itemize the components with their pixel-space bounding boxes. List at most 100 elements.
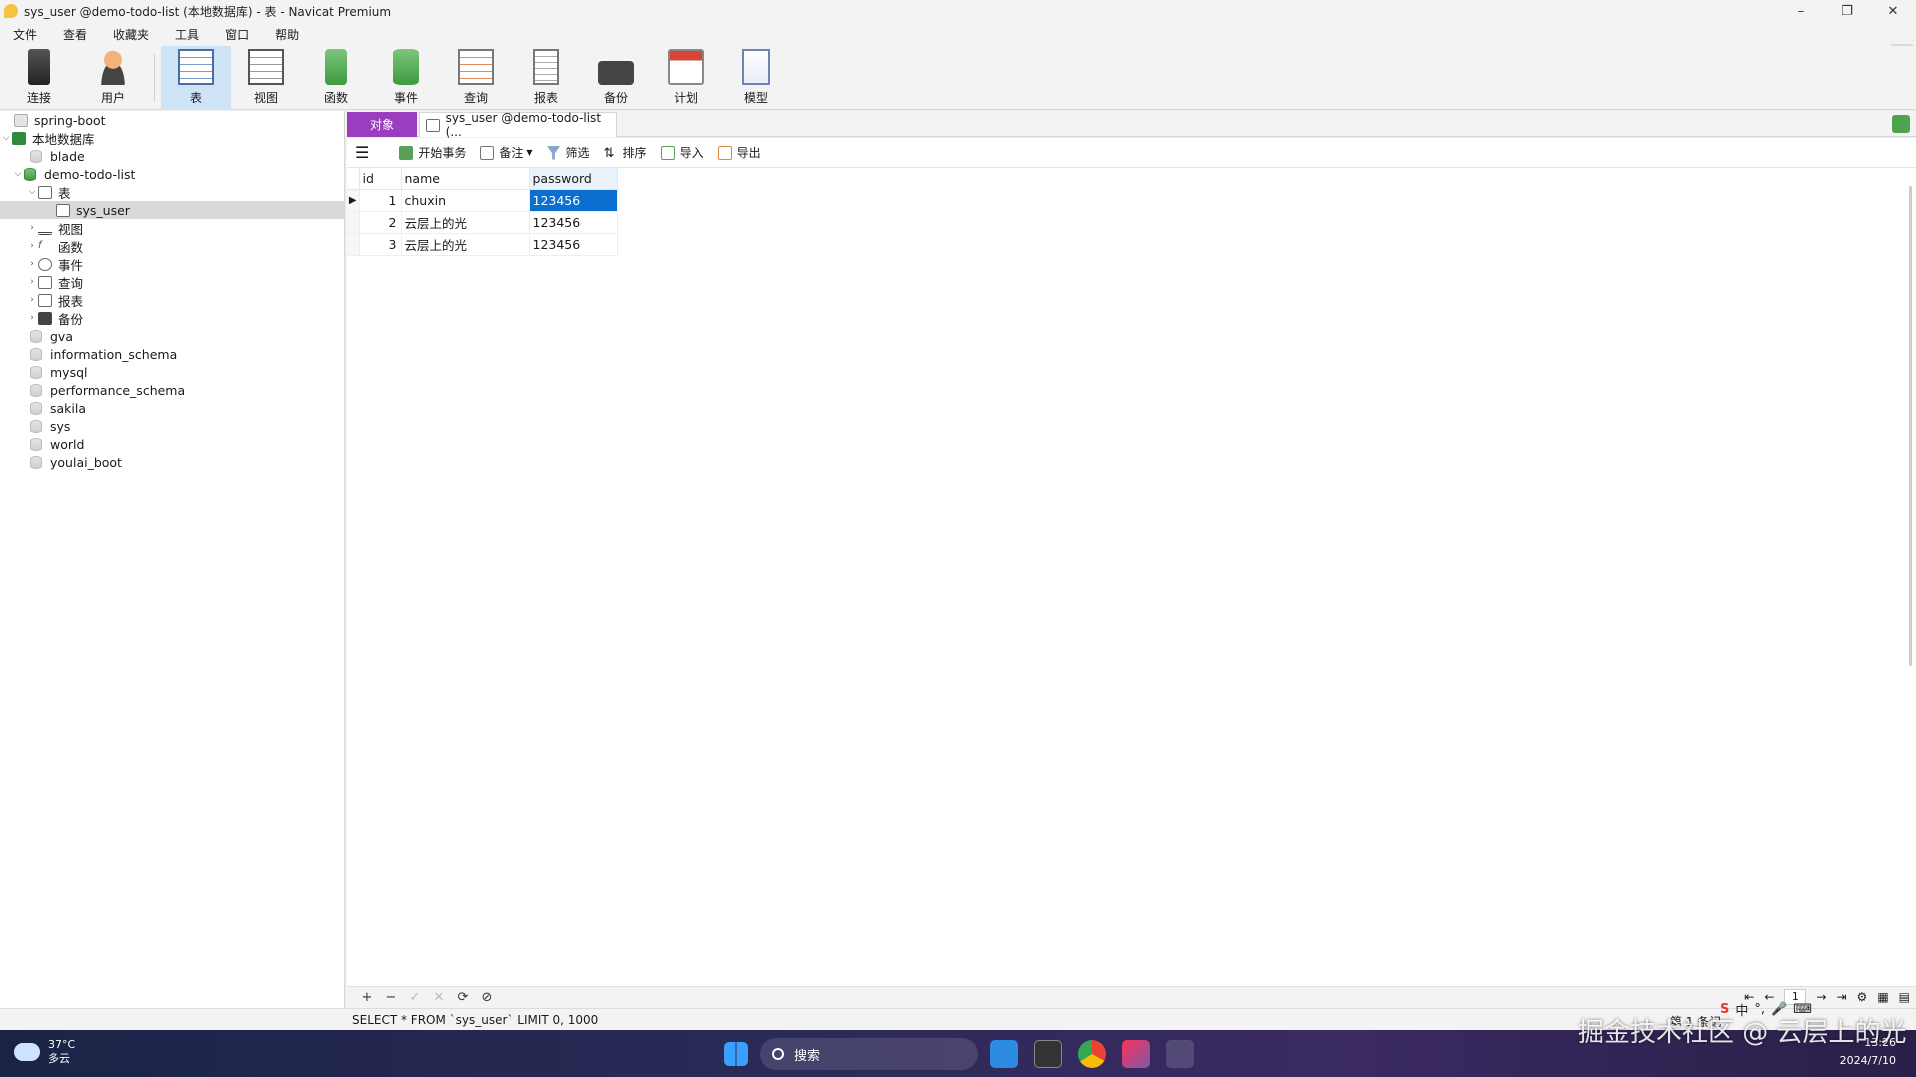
tab-sys-user[interactable]: sys_user @demo-todo-list (...	[419, 111, 617, 139]
tree-db-item[interactable]: sakila	[18, 399, 86, 417]
minimize-button[interactable]: –	[1778, 0, 1824, 22]
menu-window[interactable]: 窗口	[212, 26, 262, 43]
next-page-icon[interactable]: →	[1816, 990, 1826, 1004]
apply-changes-button[interactable]: ✓	[403, 990, 427, 1005]
cell-password[interactable]: 123456	[529, 189, 618, 212]
event-clock-icon	[38, 257, 52, 271]
filter-button[interactable]: 筛选	[546, 144, 590, 161]
tree-db-item[interactable]: mysql	[18, 363, 88, 381]
chevron-down-icon[interactable]: ⌵	[26, 187, 38, 197]
toolbar-event-button[interactable]: 事件	[371, 46, 441, 110]
table-row[interactable]: 2 云层上的光 123456	[347, 211, 618, 234]
sort-icon: ⇅	[603, 145, 615, 161]
vertical-scrollbar[interactable]	[1909, 186, 1912, 666]
chevron-right-icon[interactable]: ›	[26, 295, 38, 305]
cell-name[interactable]: chuxin	[401, 189, 530, 212]
form-view-icon[interactable]: ▤	[1899, 990, 1910, 1004]
sort-button[interactable]: ⇅ 排序	[604, 144, 647, 161]
chevron-down-icon[interactable]: ⌵	[0, 133, 12, 143]
menu-view[interactable]: 查看	[50, 26, 100, 43]
menu-icon[interactable]: ☰	[355, 143, 369, 162]
terminal-icon[interactable]	[1034, 1040, 1062, 1068]
tree-db-item[interactable]: information_schema	[18, 345, 177, 363]
intellij-icon[interactable]	[1122, 1040, 1150, 1068]
menu-file[interactable]: 文件	[0, 26, 50, 43]
add-record-button[interactable]: +	[355, 990, 379, 1005]
chevron-right-icon[interactable]: ›	[26, 277, 38, 287]
cell-name[interactable]: 云层上的光	[401, 211, 530, 234]
tree-db-blade[interactable]: blade	[18, 147, 85, 165]
close-button[interactable]: ✕	[1870, 0, 1916, 22]
tree-db-demo-todo-list[interactable]: ⌵ demo-todo-list	[12, 165, 136, 183]
grid-view-icon[interactable]: ▦	[1877, 990, 1888, 1004]
column-header-password[interactable]: password	[529, 168, 618, 190]
tree-db-item[interactable]: gva	[18, 327, 73, 345]
cell-name[interactable]: 云层上的光	[401, 233, 530, 256]
tree-node-events[interactable]: › 事件	[26, 255, 83, 273]
tree-node-tables[interactable]: ⌵ 表	[26, 183, 71, 201]
backup-icon	[598, 61, 634, 85]
toolbar-query-button[interactable]: 查询	[441, 46, 511, 110]
chevron-right-icon[interactable]: ›	[26, 241, 38, 251]
discard-changes-button[interactable]: ✕	[427, 990, 451, 1005]
gear-icon[interactable]: ⚙	[1857, 990, 1868, 1004]
refresh-button[interactable]: ⟳	[451, 990, 475, 1005]
database-icon	[30, 383, 42, 397]
toolbar-user-button[interactable]: 用户	[78, 46, 148, 110]
toolbar-model-button[interactable]: 模型	[721, 46, 791, 110]
tree-db-item[interactable]: world	[18, 435, 84, 453]
begin-transaction-button[interactable]: 开始事务	[399, 144, 466, 161]
tree-db-item[interactable]: youlai_boot	[18, 453, 122, 471]
tree-node-reports[interactable]: › 报表	[26, 291, 83, 309]
last-page-icon[interactable]: ⇥	[1836, 990, 1846, 1004]
cell-password[interactable]: 123456	[529, 233, 618, 256]
toolbar-view-button[interactable]: 视图	[231, 46, 301, 110]
chevron-right-icon[interactable]: ›	[26, 313, 38, 323]
chevron-right-icon[interactable]: ›	[26, 223, 38, 233]
toolbar-function-button[interactable]: 函数	[301, 46, 371, 110]
cell-id[interactable]: 2	[359, 211, 402, 234]
memo-button[interactable]: 备注 ▼	[480, 144, 533, 161]
import-button[interactable]: 导入	[660, 144, 704, 161]
table-row[interactable]: ▶ 1 chuxin 123456	[347, 189, 618, 212]
vscode-icon[interactable]	[990, 1040, 1018, 1068]
chrome-icon[interactable]	[1078, 1040, 1106, 1068]
stop-button[interactable]: ⊘	[475, 990, 499, 1005]
toolbar-report-button[interactable]: 报表	[511, 46, 581, 110]
table-row[interactable]: 3 云层上的光 123456	[347, 233, 618, 256]
delete-record-button[interactable]: −	[379, 990, 403, 1005]
tab-objects[interactable]: 对象	[347, 112, 417, 137]
chevron-down-icon[interactable]: ⌵	[12, 169, 24, 179]
windows-start-icon[interactable]	[724, 1042, 748, 1066]
toolbar-connection-button[interactable]: 连接	[0, 46, 78, 110]
menu-help[interactable]: 帮助	[262, 26, 312, 43]
menu-tools[interactable]: 工具	[162, 26, 212, 43]
tree-db-item[interactable]: sys	[18, 417, 70, 435]
tree-node-views[interactable]: › 视图	[26, 219, 83, 237]
cell-password[interactable]: 123456	[529, 211, 618, 234]
chevron-right-icon[interactable]: ›	[26, 259, 38, 269]
navicat-taskbar-icon[interactable]	[1166, 1040, 1194, 1068]
new-tab-icon[interactable]	[1892, 115, 1910, 133]
toolbar-table-button[interactable]: 表	[161, 46, 231, 110]
cell-id[interactable]: 3	[359, 233, 402, 256]
tree-node-queries[interactable]: › 查询	[26, 273, 83, 291]
tree-node-backups[interactable]: › 备份	[26, 309, 83, 327]
menu-favorites[interactable]: 收藏夹	[100, 26, 162, 43]
weather-widget[interactable]: 37°C 多云	[14, 1038, 75, 1066]
column-header-name[interactable]: name	[401, 168, 530, 190]
table-icon	[426, 118, 440, 132]
taskbar-search[interactable]: 搜索	[760, 1038, 978, 1070]
export-button[interactable]: 导出	[717, 144, 761, 161]
column-header-id[interactable]: id	[359, 168, 402, 190]
restore-button[interactable]: ❐	[1824, 0, 1870, 22]
toolbar-schedule-button[interactable]: 计划	[651, 46, 721, 110]
row-pointer-icon: ▶	[347, 189, 360, 212]
toolbar-backup-button[interactable]: 备份	[581, 46, 651, 110]
cell-id[interactable]: 1	[359, 189, 402, 212]
tree-db-item[interactable]: performance_schema	[18, 381, 185, 399]
tree-table-sys-user[interactable]: sys_user	[0, 201, 344, 219]
tree-connection-spring-boot[interactable]: spring-boot	[2, 111, 106, 129]
tree-connection-local[interactable]: ⌵ 本地数据库	[0, 129, 95, 147]
tree-node-functions[interactable]: › f 函数	[26, 237, 83, 255]
